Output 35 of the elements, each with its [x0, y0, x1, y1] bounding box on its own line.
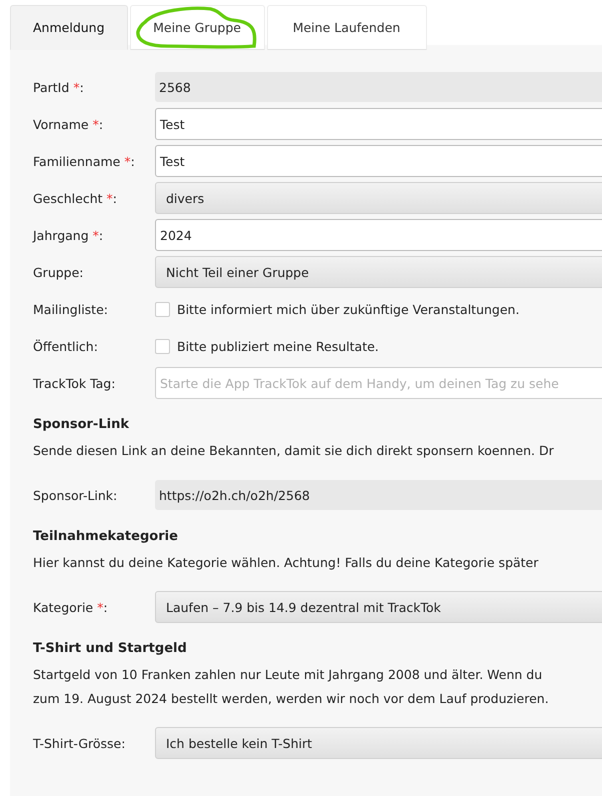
select-field[interactable]: Laufen – 7.9 bis 14.9 dezentral mit TrackTok	[155, 591, 602, 623]
section-text: zum 19. August 2024 bestellt werden, werden wir noch vor dem Lauf produzieren.	[33, 690, 550, 708]
checkbox[interactable]	[155, 338, 170, 354]
field-label: Öffentlich:	[33, 338, 99, 354]
field-label: Sponsor-Link:	[33, 488, 118, 502]
field-label: Vorname *:	[33, 116, 104, 132]
checkbox-label: Bitte informiert mich über zukünftige Veranstaltungen.	[177, 302, 520, 316]
section-heading: Sponsor-Link	[33, 417, 130, 432]
select-field[interactable]: Nicht Teil einer Gruppe	[155, 256, 602, 288]
input-field[interactable]: Test	[155, 145, 602, 177]
checkbox-label: Bitte publiziert meine Resultate.	[177, 338, 379, 354]
field-label: Kategorie *:	[33, 600, 109, 614]
field-label: TrackTok Tag:	[33, 376, 116, 390]
field-label: Mailingliste:	[33, 302, 109, 316]
section-heading: Teilnahmekategorie	[33, 529, 179, 544]
select-field[interactable]: divers	[155, 182, 602, 214]
readonly-field[interactable]: https://o2h.ch/o2h/2568	[155, 480, 602, 510]
section-heading: T-Shirt und Startgeld	[33, 641, 188, 656]
readonly-field[interactable]: 2568	[155, 72, 602, 102]
field-label: T-Shirt-Grösse:	[33, 736, 126, 750]
select-field[interactable]: Ich bestelle kein T-Shirt	[155, 727, 602, 759]
section-text: Sende diesen Link an deine Bekannten, damit sie dich direkt sponsern koennen. Dr	[33, 442, 555, 460]
checkbox[interactable]	[155, 302, 170, 316]
tab[interactable]: Anmeldung	[10, 5, 128, 50]
field-label: PartId *:	[33, 80, 85, 94]
input-field[interactable]: Test	[155, 108, 602, 140]
field-label: Gruppe:	[33, 264, 85, 280]
field-label: Jahrgang *:	[33, 228, 104, 242]
section-text: Startgeld von 10 Franken zahlen nur Leute mit Jahrgang 2008 und älter. Wenn du	[33, 666, 544, 684]
field-label: Familienname *:	[33, 154, 136, 168]
tab[interactable]: Meine Laufenden	[266, 5, 427, 50]
field-label: Geschlecht *:	[33, 190, 118, 206]
input-field[interactable]: 2024	[155, 219, 602, 251]
tab[interactable]: Meine Gruppe	[130, 5, 265, 50]
section-text: Hier kannst du deine Kategorie wählen. Achtung! Falls du deine Kategorie später	[33, 554, 540, 572]
